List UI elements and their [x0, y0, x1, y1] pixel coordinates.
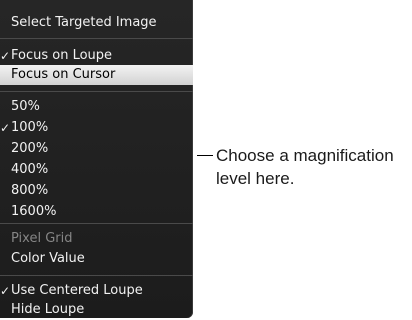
menu-item-label: 50% — [11, 99, 40, 114]
menu-item-zoom-200[interactable]: 200% — [0, 139, 193, 159]
menu-item-label: 1600% — [11, 204, 57, 219]
menu-item-focus-on-loupe[interactable]: ✓ Focus on Loupe — [0, 46, 193, 66]
menu-item-select-targeted-image[interactable]: Select Targeted Image — [0, 13, 193, 33]
menu-item-label: 200% — [11, 141, 49, 156]
menu-item-use-centered-loupe[interactable]: ✓ Use Centered Loupe — [0, 281, 193, 301]
menu-item-label: 400% — [11, 162, 49, 177]
menu-item-label: 100% — [11, 120, 49, 135]
menu-item-zoom-1600[interactable]: 1600% — [0, 202, 193, 222]
menu-item-label: Hide Loupe — [11, 302, 85, 317]
menu-item-zoom-50[interactable]: 50% — [0, 97, 193, 117]
menu-item-label: 800% — [11, 183, 49, 198]
menu-item-hide-loupe[interactable]: Hide Loupe — [0, 300, 193, 320]
callout-leader-line — [197, 155, 213, 156]
menu-item-color-value[interactable]: Color Value — [0, 249, 193, 269]
menu-separator — [0, 91, 193, 92]
checkmark-icon: ✓ — [0, 284, 11, 298]
menu-separator — [0, 275, 193, 276]
menu-item-zoom-100[interactable]: ✓ 100% — [0, 118, 193, 138]
menu-separator — [0, 223, 193, 224]
loupe-context-menu: Select Targeted Image ✓ Focus on Loupe F… — [0, 0, 193, 318]
menu-item-zoom-400[interactable]: 400% — [0, 160, 193, 180]
menu-item-label: Focus on Loupe — [11, 48, 113, 63]
menu-item-pixel-grid: Pixel Grid — [0, 229, 193, 249]
checkmark-icon: ✓ — [0, 121, 11, 135]
menu-item-label: Pixel Grid — [11, 231, 73, 246]
checkmark-icon: ✓ — [0, 49, 11, 63]
menu-item-label: Use Centered Loupe — [11, 283, 143, 298]
menu-item-label: Focus on Cursor — [11, 67, 116, 82]
menu-separator — [0, 38, 193, 39]
menu-item-label: Color Value — [11, 251, 85, 266]
callout-annotation: Choose a magnification level here. — [216, 146, 394, 188]
menu-item-zoom-800[interactable]: 800% — [0, 181, 193, 201]
menu-item-label: Select Targeted Image — [11, 15, 157, 30]
menu-item-focus-on-cursor[interactable]: Focus on Cursor — [0, 65, 193, 85]
